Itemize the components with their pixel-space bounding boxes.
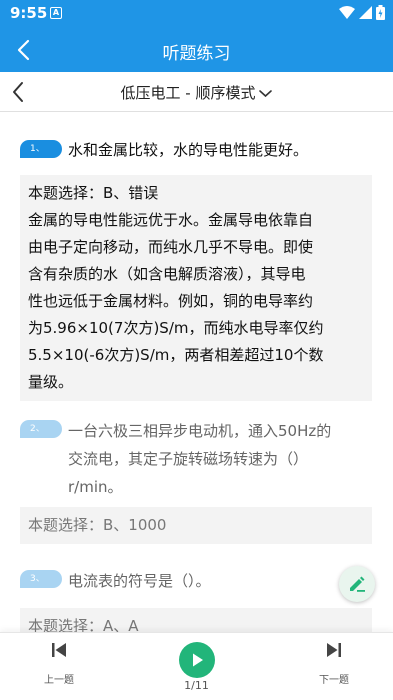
question-text-line: r/min。 [68, 478, 123, 496]
question-text: 水和金属比较，水的导电性能更好。 [68, 141, 309, 159]
answer-line: 量级。 [28, 373, 74, 391]
answer-box: 本题选择：A、A [20, 608, 372, 632]
app-bar: 听题练习 [0, 28, 393, 72]
question-number-badge: 2、 [20, 420, 62, 438]
question-text-line: 交流电，其定子旋转磁场转速为（） [68, 450, 309, 468]
play-button[interactable] [179, 642, 215, 678]
answer-line: 5.5×10(-6次方)S/m，两者相差超过10个数 [28, 346, 324, 364]
question-text-line: 一台六极三相异步电动机，通入50Hz的 [68, 422, 332, 440]
question-text: 电流表的符号是（）。 [68, 572, 211, 590]
status-bar: 9:55 A [0, 0, 393, 28]
next-question-label: 下一题 [319, 675, 349, 686]
chevron-down-icon [259, 90, 273, 98]
answer-box: 本题选择：B、错误 金属的导电性能远优于水。金属导电依靠自 由电子定向移动，而纯… [20, 175, 372, 401]
question-list[interactable]: 1、 水和金属比较，水的导电性能更好。 本题选择：B、错误 金属的导电性能远优于… [0, 112, 393, 632]
answer-line: 含有杂质的水（如含电解质溶液），其导电 [28, 265, 306, 283]
skip-next-icon [327, 643, 341, 657]
answer-line: 性也远低于金属材料。例如，铜的电导率约 [28, 292, 314, 310]
question-item[interactable]: 1、 水和金属比较，水的导电性能更好。 [20, 136, 377, 168]
wifi-icon [339, 6, 355, 19]
status-time: 9:55 [10, 4, 48, 22]
question-item[interactable]: 2、 一台六极三相异步电动机，通入50Hz的 交流电，其定子旋转磁场转速为（） … [20, 417, 377, 503]
answer-line: 本题选择：B、错误 [28, 184, 159, 202]
signal-icon [359, 6, 372, 19]
player-bar: 上一题 1/11 下一题 [0, 632, 393, 700]
mode-bar: 低压电工 - 顺序模式 [0, 72, 393, 112]
answer-line: 本题选择：A、A [28, 617, 139, 632]
answer-line: 本题选择：B、1000 [28, 516, 167, 534]
question-number-badge: 1、 [20, 140, 62, 158]
question-item[interactable]: 3、 电流表的符号是（）。 [20, 567, 377, 599]
notification-a-icon: A [50, 7, 62, 19]
question-number-badge: 3、 [20, 570, 62, 588]
page-title: 听题练习 [162, 44, 231, 64]
answer-line: 金属的导电性能远优于水。金属导电依靠自 [28, 211, 314, 229]
mode-selector[interactable]: 低压电工 - 顺序模式 [0, 82, 393, 103]
skip-previous-icon [52, 643, 66, 657]
edit-note-button[interactable] [339, 566, 375, 602]
pen-icon [350, 576, 365, 592]
mode-selector-label: 低压电工 - 顺序模式 [120, 84, 256, 102]
question-text: 一台六极三相异步电动机，通入50Hz的 交流电，其定子旋转磁场转速为（） r/m… [68, 417, 377, 501]
battery-icon [376, 5, 385, 20]
answer-line: 为5.96×10(7次方)S/m，而纯水电导率仅约 [28, 319, 324, 337]
status-icons [339, 5, 385, 20]
play-icon [193, 653, 203, 667]
answer-line: 由电子定向移动，而纯水几乎不导电。即使 [28, 238, 314, 256]
answer-box: 本题选择：B、1000 [20, 507, 372, 544]
next-question-button[interactable]: 下一题 [304, 641, 364, 686]
